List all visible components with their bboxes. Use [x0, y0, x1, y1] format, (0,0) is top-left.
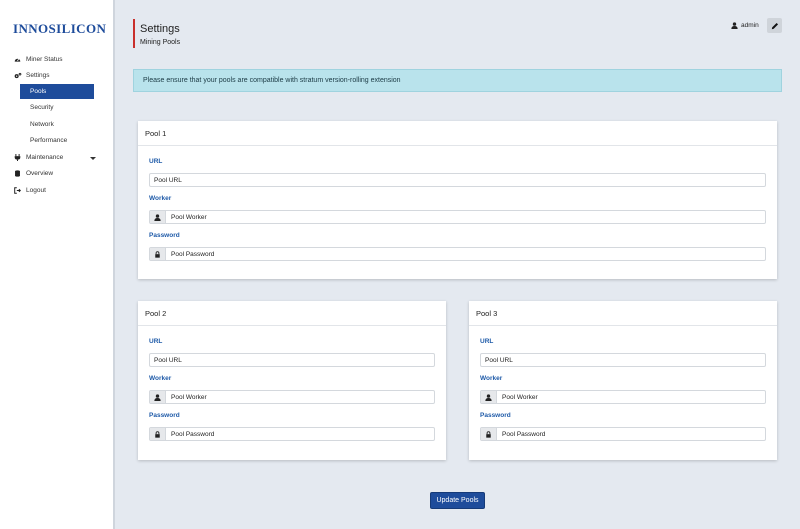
sidebar-item-overview[interactable]: Overview [14, 167, 53, 180]
worker-label: Worker [149, 375, 172, 382]
sidebar-item-label: Network [30, 121, 54, 128]
pool-title: Pool 3 [469, 301, 777, 326]
password-placeholder: Pool Password [171, 250, 215, 258]
sidebar-item-label: Overview [26, 170, 54, 177]
sidebar-item-miner-status[interactable]: Miner Status [14, 53, 63, 66]
update-pools-button[interactable]: Update Pools [430, 492, 485, 509]
user-icon [150, 391, 166, 403]
sidebar-item-security[interactable]: Security [20, 100, 94, 115]
pool-3-card: Pool 3 URL Pool URL Worker Pool Worker P… [469, 301, 777, 460]
pool-2-worker-input[interactable]: Pool Worker [149, 390, 435, 404]
pool-2-card: Pool 2 URL Pool URL Worker Pool Worker P… [138, 301, 446, 460]
lock-icon [150, 248, 166, 260]
alert-text: Please ensure that your pools are compat… [143, 77, 401, 84]
plug-icon [14, 154, 21, 161]
pool-1-worker-input[interactable]: Pool Worker [149, 210, 766, 224]
chevron-down-icon[interactable] [90, 157, 96, 160]
logo: INNOSILICON [13, 21, 107, 36]
url-placeholder: Pool URL [485, 356, 513, 364]
pool-3-password-input[interactable]: Pool Password [480, 427, 766, 441]
sidebar-item-label: Logout [26, 187, 46, 194]
pool-2-password-input[interactable]: Pool Password [149, 427, 435, 441]
sidebar-item-label: Maintenance [26, 154, 64, 161]
page-subtitle: Mining Pools [140, 39, 181, 46]
edit-button[interactable] [767, 18, 782, 33]
url-placeholder: Pool URL [154, 356, 182, 364]
sidebar-item-label: Performance [30, 137, 68, 144]
pool-title: Pool 2 [138, 301, 446, 326]
pool-1-card: Pool 1 URL Pool URL Worker Pool Worker P… [138, 121, 777, 279]
password-label: Password [480, 412, 511, 419]
password-label: Password [149, 232, 180, 239]
dashboard-icon [14, 56, 21, 63]
username: admin [741, 21, 759, 29]
url-label: URL [480, 338, 494, 345]
pool-3-url-input[interactable]: Pool URL [480, 353, 766, 367]
worker-label: Worker [149, 195, 172, 202]
url-label: URL [149, 158, 163, 165]
worker-placeholder: Pool Worker [171, 213, 207, 221]
user-icon [150, 211, 166, 223]
user-icon [481, 391, 497, 403]
worker-placeholder: Pool Worker [171, 393, 207, 401]
pencil-icon [771, 22, 779, 30]
pool-3-worker-input[interactable]: Pool Worker [480, 390, 766, 404]
worker-label: Worker [480, 375, 503, 382]
pool-2-url-input[interactable]: Pool URL [149, 353, 435, 367]
user-menu[interactable]: admin [731, 20, 759, 30]
gears-icon [14, 72, 22, 79]
lock-icon [481, 428, 497, 440]
password-placeholder: Pool Password [502, 430, 546, 438]
sidebar-item-network[interactable]: Network [20, 117, 94, 132]
title-accent-bar [133, 19, 135, 48]
password-label: Password [149, 412, 180, 419]
compatibility-alert: Please ensure that your pools are compat… [133, 69, 782, 92]
pool-title: Pool 1 [138, 121, 777, 146]
pool-1-url-input[interactable]: Pool URL [149, 173, 766, 187]
url-placeholder: Pool URL [154, 176, 182, 184]
database-icon [14, 170, 21, 177]
url-label: URL [149, 338, 163, 345]
user-icon [731, 21, 738, 29]
sidebar-item-label: Settings [26, 72, 50, 79]
pool-1-password-input[interactable]: Pool Password [149, 247, 766, 261]
sign-out-icon [14, 187, 21, 194]
sidebar-item-label: Miner Status [26, 56, 63, 63]
sidebar-item-pools[interactable]: Pools [20, 84, 94, 99]
sidebar-item-performance[interactable]: Performance [20, 133, 94, 148]
sidebar: INNOSILICON Miner Status Settings Pools … [0, 0, 115, 529]
sidebar-item-maintenance[interactable]: Maintenance [14, 151, 63, 164]
sidebar-item-settings[interactable]: Settings [14, 69, 50, 82]
lock-icon [150, 428, 166, 440]
sidebar-item-label: Pools [30, 88, 47, 95]
sidebar-item-logout[interactable]: Logout [14, 184, 46, 197]
page-title: Settings [140, 23, 180, 35]
worker-placeholder: Pool Worker [502, 393, 538, 401]
password-placeholder: Pool Password [171, 430, 215, 438]
sidebar-item-label: Security [30, 104, 54, 111]
